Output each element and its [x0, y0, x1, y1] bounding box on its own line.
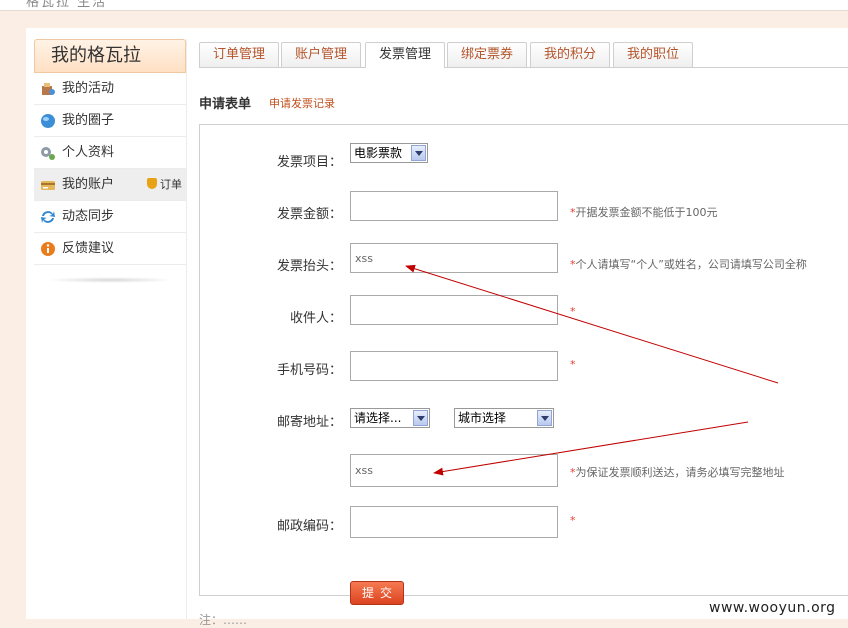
- city-value: 城市选择: [458, 411, 507, 425]
- tab-positions[interactable]: 我的职位: [613, 42, 693, 67]
- sidebar-item-label: 反馈建议: [62, 241, 115, 256]
- tab-bar: 订单管理 账户管理 发票管理 绑定票券 我的积分 我的职位: [199, 40, 848, 68]
- invoice-item-label: 发票项目：: [276, 155, 342, 170]
- tab-bind-tickets[interactable]: 绑定票券: [447, 42, 527, 67]
- sidebar-item-account[interactable]: 我的账户 订单: [34, 169, 186, 201]
- activity-icon: [42, 83, 55, 95]
- phone-label: 手机号码：: [276, 363, 342, 378]
- watermark: www.wooyun.org: [709, 600, 836, 616]
- sidebar-item-sync[interactable]: 动态同步: [34, 201, 186, 233]
- sidebar: 我的格瓦拉 我的活动 我的圈子 个人资料 我的账户 订单 动态同步 反馈建议: [34, 39, 187, 619]
- receiver-input[interactable]: [350, 295, 558, 325]
- sidebar-item-label: 我的圈子: [62, 113, 115, 128]
- sidebar-item-profile[interactable]: 个人资料: [34, 137, 186, 169]
- zip-label: 邮政编码：: [276, 519, 342, 534]
- amount-label: 发票金额：: [276, 207, 342, 222]
- info-icon: [41, 242, 55, 256]
- address-label: 邮寄地址：: [276, 415, 342, 430]
- sidebar-shadow: [46, 277, 174, 283]
- tab-account[interactable]: 账户管理: [281, 42, 361, 67]
- chevron-down-icon: [411, 145, 426, 161]
- zip-input[interactable]: [350, 506, 558, 538]
- address-hint-text: 为保证发票顺利送达，请务必填写完整地址: [575, 466, 785, 479]
- invoice-item-select[interactable]: 电影票款: [350, 143, 428, 163]
- sidebar-item-circle[interactable]: 我的圈子: [34, 105, 186, 137]
- address-hint: *为保证发票顺利送达，请务必填写完整地址: [570, 464, 785, 480]
- tab-invoice[interactable]: 发票管理: [365, 42, 445, 68]
- phone-input[interactable]: [350, 351, 558, 381]
- top-bar-text: 格瓦拉 生活: [26, 0, 108, 10]
- receiver-label: 收件人：: [289, 311, 342, 326]
- sidebar-title: 我的格瓦拉: [34, 39, 186, 73]
- province-value: 请选择...: [354, 411, 402, 425]
- tab-points[interactable]: 我的积分: [530, 42, 610, 67]
- zip-hint: *: [570, 514, 576, 527]
- shield-icon: [147, 178, 157, 189]
- chevron-down-icon: [537, 410, 552, 426]
- amount-hint: *开据发票金额不能低于100元: [570, 204, 718, 220]
- top-bar: 格瓦拉 生活: [0, 0, 848, 11]
- invoice-record-link[interactable]: 申请发票记录: [269, 95, 335, 111]
- tab-orders[interactable]: 订单管理: [199, 42, 279, 67]
- receiver-hint: *: [570, 305, 576, 318]
- invoice-item-value: 电影票款: [354, 146, 403, 160]
- sidebar-item-label: 个人资料: [62, 145, 115, 160]
- submit-button[interactable]: 提交: [350, 581, 404, 605]
- required-mark: *: [570, 305, 576, 318]
- required-mark: *: [570, 514, 576, 527]
- sidebar-order-label: 订单: [160, 178, 182, 191]
- page-wrap: 我的格瓦拉 我的活动 我的圈子 个人资料 我的账户 订单 动态同步 反馈建议 订…: [26, 28, 848, 627]
- province-select[interactable]: 请选择...: [350, 408, 430, 428]
- bottom-note: 注：……: [199, 613, 248, 627]
- sidebar-item-feedback[interactable]: 反馈建议: [34, 233, 186, 265]
- form-title: 申请表单: [199, 97, 252, 112]
- sidebar-item-label: 动态同步: [62, 209, 115, 224]
- invoice-header-hint-text: 个人请填写“个人”或姓名，公司请填写公司全称: [575, 258, 807, 271]
- sidebar-item-activity[interactable]: 我的活动: [34, 73, 186, 105]
- sidebar-item-label: 我的活动: [62, 81, 115, 96]
- invoice-header-input[interactable]: [350, 243, 558, 273]
- address-input[interactable]: [350, 454, 558, 487]
- amount-hint-text: 开据发票金额不能低于100元: [575, 206, 718, 219]
- invoice-header-label: 发票抬头：: [276, 259, 342, 274]
- sidebar-order-link[interactable]: 订单: [147, 169, 182, 200]
- amount-input[interactable]: [350, 191, 558, 221]
- circle-icon: [41, 114, 55, 128]
- sidebar-item-label: 我的账户: [62, 177, 115, 192]
- required-mark: *: [570, 358, 576, 371]
- phone-hint: *: [570, 358, 576, 371]
- invoice-header-hint: *个人请填写“个人”或姓名，公司请填写公司全称: [570, 256, 807, 272]
- city-select[interactable]: 城市选择: [454, 408, 554, 428]
- chevron-down-icon: [413, 410, 428, 426]
- account-icon: [41, 181, 55, 190]
- profile-icon: [41, 147, 55, 160]
- invoice-form: 发票项目： 电影票款 发票金额： *开据发票金额不能低于100元 发票抬头： *…: [199, 124, 848, 605]
- sync-icon: [41, 211, 55, 223]
